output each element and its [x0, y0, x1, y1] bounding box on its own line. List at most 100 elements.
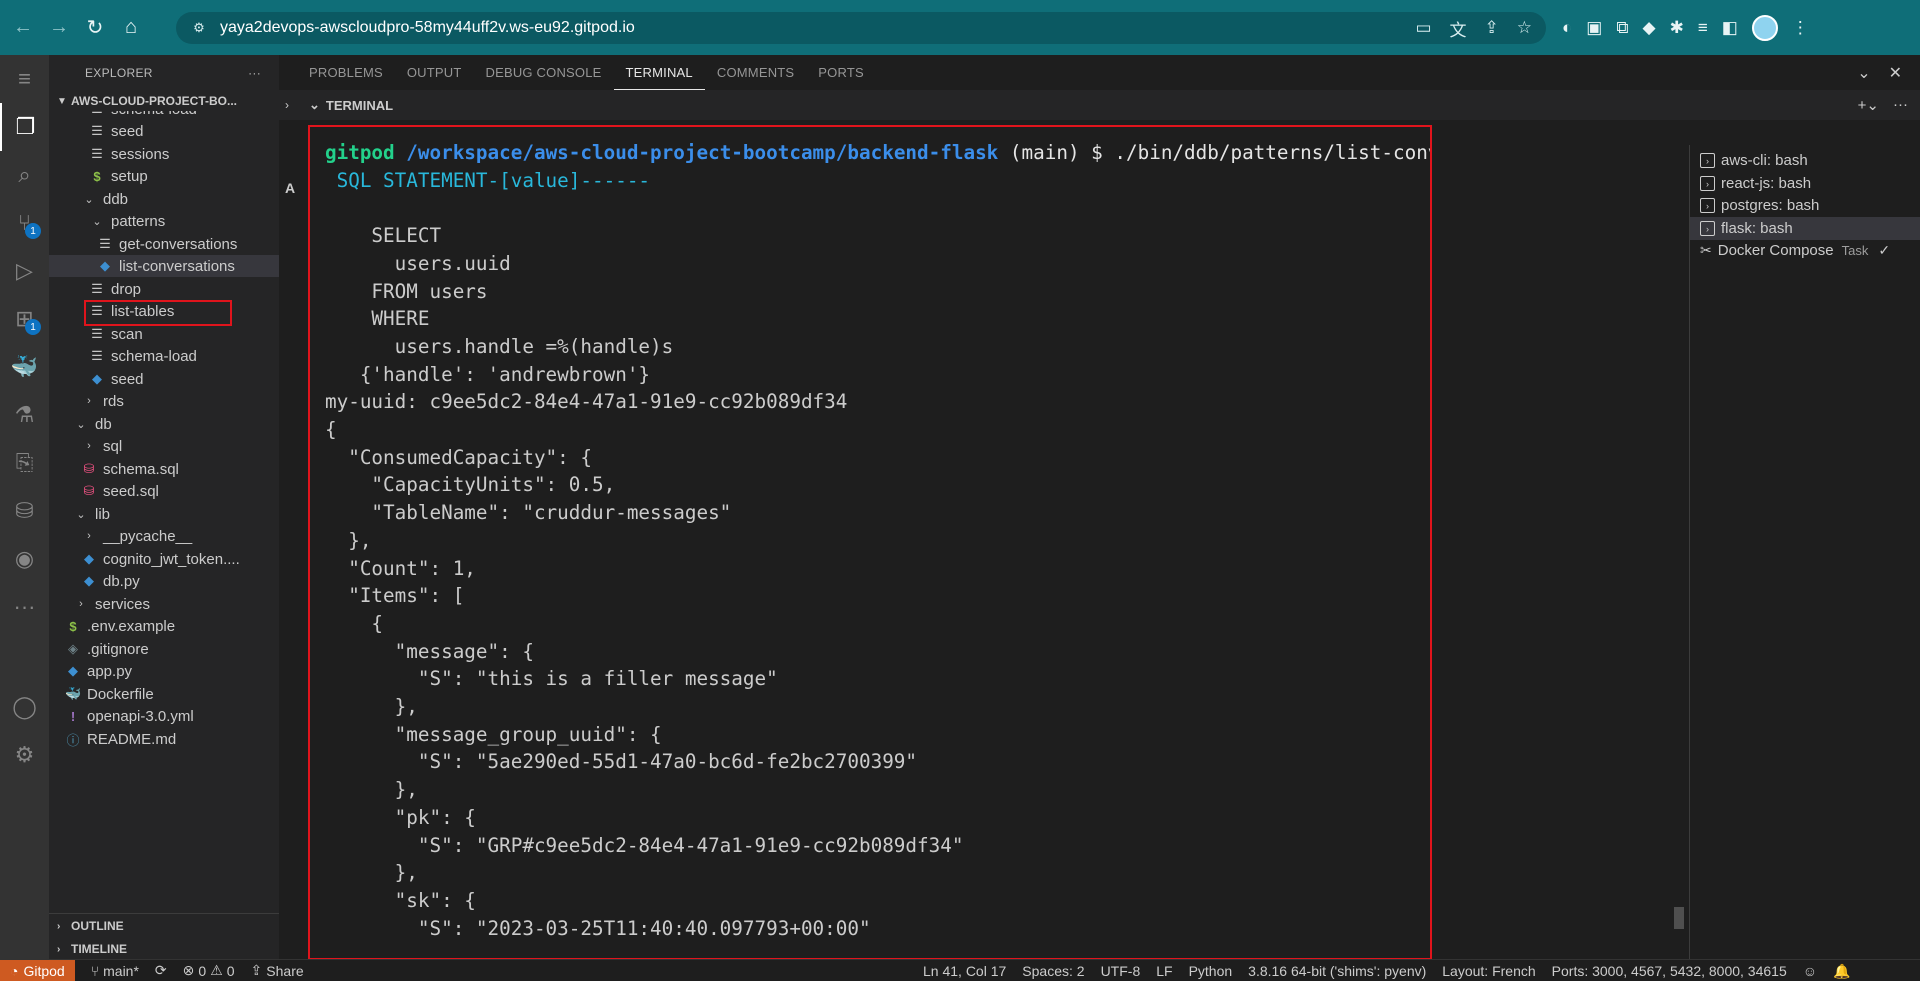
terminal-item-flask[interactable]: › flask: bash [1690, 217, 1920, 240]
tab-output[interactable]: OUTPUT [395, 55, 474, 90]
tree-item[interactable]: ☰schema-load [49, 111, 279, 120]
screenshot-extension-icon[interactable]: ⧉ [1616, 18, 1628, 38]
bookmark-star-icon[interactable]: ☆ [1517, 18, 1532, 38]
source-control-icon[interactable]: ⑂ 1 [0, 199, 49, 247]
tree-item[interactable]: ☰ get-conversations [49, 233, 279, 255]
extensions-icon[interactable]: ⊞ 1 [0, 295, 49, 343]
python-interpreter[interactable]: 3.8.16 64-bit ('shims': pyenv) [1240, 963, 1434, 979]
profile-avatar[interactable] [1751, 15, 1778, 41]
tree-item[interactable]: ◆ cognito_jwt_token.... [49, 548, 279, 570]
run-debug-icon[interactable]: ▷ [0, 247, 49, 295]
back-icon[interactable]: ← [10, 15, 36, 41]
url-text[interactable]: yaya2devops-awscloudpro-58my44uff2v.ws-e… [220, 19, 635, 37]
problems-indicator[interactable]: ⊗ 0 ⚠ 0 [175, 962, 243, 979]
tree-folder[interactable]: ⌄ ddb [49, 188, 279, 210]
project-folder-header[interactable]: ▼ AWS-CLOUD-PROJECT-BO... [49, 90, 279, 112]
tree-item[interactable]: ◆ app.py [49, 660, 279, 682]
tree-folder[interactable]: › __pycache__ [49, 525, 279, 547]
cursor-position[interactable]: Ln 41, Col 17 [915, 963, 1014, 979]
menu-icon[interactable]: ≡ [0, 55, 49, 103]
new-terminal-icon[interactable]: +⌄ [1858, 96, 1879, 114]
chevron-right-icon[interactable]: › [285, 98, 289, 112]
github-icon[interactable]: ◉ [0, 535, 49, 583]
tree-item[interactable]: ! openapi-3.0.yml [49, 705, 279, 727]
terminal-output[interactable]: gitpod /workspace/aws-cloud-project-boot… [308, 125, 1432, 960]
tree-item[interactable]: $ setup [49, 165, 279, 187]
tree-item[interactable]: ⛁ seed.sql [49, 480, 279, 502]
translate-icon[interactable]: 文 [1450, 16, 1467, 41]
browser-menu-icon[interactable]: ⋮ [1792, 18, 1809, 38]
extension-icon[interactable]: ◐ [1562, 18, 1572, 38]
tab-ports[interactable]: PORTS [806, 55, 876, 90]
tree-item[interactable]: ⛁ schema.sql [49, 458, 279, 480]
close-icon[interactable]: ✕ [1889, 63, 1902, 83]
tree-folder[interactable]: › sql [49, 435, 279, 457]
testing-icon[interactable]: ⚗ [0, 391, 49, 439]
reload-icon[interactable]: ↻ [82, 15, 108, 41]
side-panel-icon[interactable]: ◧ [1722, 18, 1738, 38]
tree-item[interactable]: ☰ sessions [49, 143, 279, 165]
address-bar[interactable]: ⚙ yaya2devops-awscloudpro-58my44uff2v.ws… [176, 12, 1546, 44]
extension-icon[interactable]: ◆ [1642, 18, 1655, 38]
terminal-scrollbar[interactable] [1674, 907, 1684, 929]
tree-item[interactable]: ☰ scan [49, 323, 279, 345]
popup-blocked-icon[interactable]: ▭ [1415, 18, 1431, 38]
terminal-item-react-js[interactable]: › react-js: bash [1690, 172, 1920, 195]
notifications-bell-icon[interactable]: 🔔 [1825, 963, 1858, 980]
terminal-item-postgres[interactable]: › postgres: bash [1690, 194, 1920, 217]
terminal-item-docker-compose[interactable]: ✂ Docker Compose Task ✓ [1690, 239, 1920, 262]
site-info-icon[interactable]: ⚙ [190, 19, 208, 37]
collapse-icon[interactable]: ⌄ [1857, 63, 1870, 83]
tree-item[interactable]: ☰ drop [49, 278, 279, 300]
more-actions-icon[interactable]: ··· [1893, 96, 1908, 114]
tree-folder[interactable]: ⌄ patterns [49, 210, 279, 232]
language-mode[interactable]: Python [1181, 963, 1241, 979]
extension-icon[interactable]: ▣ [1586, 18, 1602, 38]
gitpod-button[interactable]: ◔ Gitpod [0, 959, 75, 981]
database-icon[interactable]: ⛁ [0, 487, 49, 535]
home-icon[interactable]: ⌂ [118, 15, 144, 41]
more-views-icon[interactable]: ··· [0, 583, 49, 631]
tree-item[interactable]: ⓘ README.md [49, 728, 279, 750]
encoding[interactable]: UTF-8 [1093, 963, 1149, 979]
tree-item[interactable]: ◈ .gitignore [49, 638, 279, 660]
indentation[interactable]: Spaces: 2 [1014, 963, 1092, 979]
tree-folder[interactable]: › services [49, 593, 279, 615]
tree-item[interactable]: ◆ db.py [49, 570, 279, 592]
tab-debug-console[interactable]: DEBUG CONSOLE [474, 55, 614, 90]
ports-indicator[interactable]: Ports: 3000, 4567, 5432, 8000, 34615 [1544, 963, 1795, 979]
explorer-icon[interactable]: ❐ [0, 103, 49, 151]
forward-icon[interactable]: → [46, 15, 72, 41]
api-icon[interactable]: ⎘ [0, 439, 49, 487]
explorer-more-icon[interactable]: ··· [248, 66, 261, 80]
tree-item[interactable]: 🐳 Dockerfile [49, 683, 279, 705]
tree-folder[interactable]: ⌄ lib [49, 503, 279, 525]
outline-section[interactable]: › OUTLINE [49, 915, 279, 937]
terminal-item-aws-cli[interactable]: › aws-cli: bash [1690, 149, 1920, 172]
tab-problems[interactable]: PROBLEMS [297, 55, 395, 90]
terminal-section-title[interactable]: ⌄ TERMINAL [309, 97, 393, 113]
media-controls-icon[interactable]: ≡ [1698, 18, 1708, 38]
share-button[interactable]: ⇪ Share [243, 962, 312, 979]
tree-item[interactable]: ☰schema-load [49, 345, 279, 367]
tab-comments[interactable]: COMMENTS [705, 55, 806, 90]
tree-item-selected[interactable]: ◆ list-conversations [49, 255, 279, 277]
settings-gear-icon[interactable]: ⚙ [0, 731, 49, 779]
tree-folder[interactable]: › rds [49, 390, 279, 412]
share-icon[interactable]: ⇪ [1485, 18, 1499, 38]
docker-icon[interactable]: 🐳 [0, 343, 49, 391]
tree-item[interactable]: ◆ seed [49, 368, 279, 390]
tree-item[interactable]: ☰ seed [49, 120, 279, 142]
timeline-section[interactable]: › TIMELINE [49, 938, 279, 960]
feedback-icon[interactable]: ☺ [1795, 963, 1825, 979]
tree-item[interactable]: $ .env.example [49, 615, 279, 637]
tab-terminal[interactable]: TERMINAL [613, 55, 705, 90]
tree-folder[interactable]: ⌄ db [49, 413, 279, 435]
extensions-puzzle-icon[interactable]: ✱ [1670, 18, 1684, 38]
keyboard-layout[interactable]: Layout: French [1434, 963, 1543, 979]
sync-icon[interactable]: ⟳ [147, 962, 175, 979]
end-of-line[interactable]: LF [1148, 963, 1180, 979]
accounts-icon[interactable]: ◯ [0, 683, 49, 731]
search-icon[interactable]: ⌕ [0, 151, 49, 199]
branch-indicator[interactable]: ⑂ main* [83, 963, 147, 979]
